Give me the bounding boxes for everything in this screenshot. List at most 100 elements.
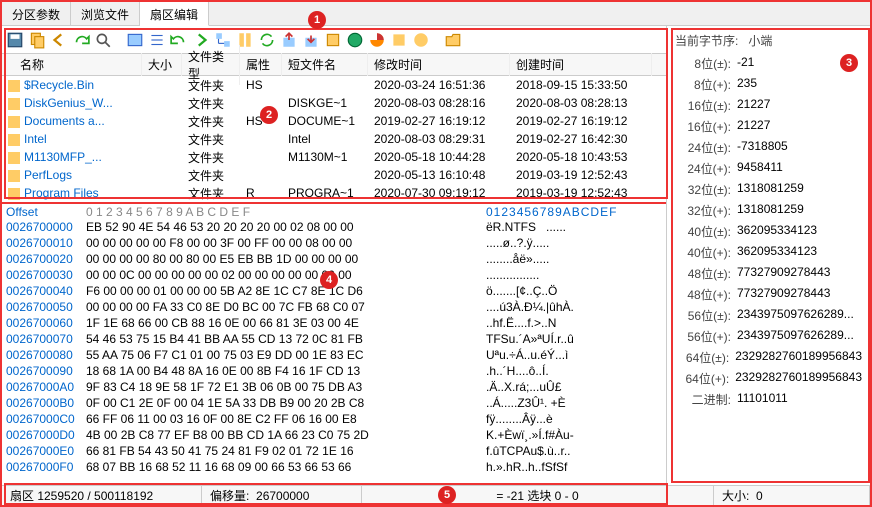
interp-value: 77327909278443 xyxy=(731,265,862,282)
hex-row[interactable]: 00267000601F 1E 68 66 00 CB 88 16 0E 00 … xyxy=(2,316,666,332)
hdr-ctime[interactable]: 创建时间 xyxy=(510,53,652,76)
hex-ascii: .Ä..X.rá;...uÛ£ xyxy=(486,380,561,396)
hex-bytes: EB 52 90 4E 54 46 53 20 20 20 20 00 02 0… xyxy=(86,220,486,236)
hex-offset: 0026700050 xyxy=(2,300,86,316)
interp-label: 24位(±): xyxy=(675,139,731,156)
hex-offset: 0026700080 xyxy=(2,348,86,364)
interpreter-row: 24位(±):-7318805 xyxy=(675,139,862,156)
list-icon[interactable] xyxy=(148,31,166,49)
hex-row[interactable]: 00267000D04B 00 2B C8 77 EF B8 00 BB CD … xyxy=(2,428,666,444)
hex-row[interactable]: 0026700000EB 52 90 4E 54 46 53 20 20 20 … xyxy=(2,220,666,236)
interpreter-row: 64位(+):2329282760189956843 xyxy=(675,370,862,387)
interp-value: 9458411 xyxy=(731,160,862,177)
tab-browse-files[interactable]: 浏览文件 xyxy=(71,2,140,25)
hex-body[interactable]: 0026700000EB 52 90 4E 54 46 53 20 20 20 … xyxy=(2,220,666,476)
status-size-label: 大小: xyxy=(722,487,749,504)
hdr-size[interactable]: 大小 xyxy=(142,53,182,76)
file-row[interactable]: PerfLogs文件夹2020-05-13 16:10:482019-03-19… xyxy=(2,166,666,184)
file-ctime: 2019-02-27 16:42:30 xyxy=(510,132,652,146)
byte-order-value: 小端 xyxy=(748,32,772,49)
hex-row[interactable]: 00267000F068 07 BB 16 68 52 11 16 68 09 … xyxy=(2,460,666,476)
file-row[interactable]: $Recycle.Bin文件夹HS2020-03-24 16:51:362018… xyxy=(2,76,666,94)
interp-label: 24位(+): xyxy=(675,160,731,177)
hex-bytes: 1F 1E 68 66 00 CB 88 16 0E 00 66 81 3E 0… xyxy=(86,316,486,332)
open-icon[interactable] xyxy=(444,31,462,49)
interp-value: 235 xyxy=(731,76,862,93)
file-row[interactable]: M1130MFP_...文件夹M1130M~12020-05-18 10:44:… xyxy=(2,148,666,166)
hex-bytes: 55 AA 75 06 F7 C1 01 00 75 03 E9 DD 00 1… xyxy=(86,348,486,364)
file-type: 文件夹 xyxy=(182,149,240,166)
tab-bar: 分区参数 浏览文件 扇区编辑 xyxy=(2,2,870,26)
hex-row[interactable]: 002670007054 46 53 75 15 B4 41 BB AA 55 … xyxy=(2,332,666,348)
hex-row[interactable]: 00267000B00F 00 C1 2E 0F 00 04 1E 5A 33 … xyxy=(2,396,666,412)
interp-value: 2329282760189956843 xyxy=(729,349,862,366)
hex-row[interactable]: 00267000C066 FF 06 11 00 03 16 0F 00 8E … xyxy=(2,412,666,428)
back-icon[interactable] xyxy=(50,31,68,49)
hex-bytes: 00 00 00 00 00 F8 00 00 3F 00 FF 00 00 0… xyxy=(86,236,486,252)
file-list[interactable]: $Recycle.Bin文件夹HS2020-03-24 16:51:362018… xyxy=(2,76,666,202)
hdr-mtime[interactable]: 修改时间 xyxy=(368,53,510,76)
interpreter-row: 48位(±):77327909278443 xyxy=(675,265,862,282)
interp-value: 77327909278443 xyxy=(731,286,862,303)
data-interpreter: 当前字节序: 小端 8位(±):-218位(+):23516位(±):21227… xyxy=(667,26,870,485)
hex-ascii: Uªu.÷Á..u.éÝ...ì xyxy=(486,348,568,364)
search-icon[interactable] xyxy=(94,31,112,49)
export-icon[interactable] xyxy=(280,31,298,49)
view-icon[interactable] xyxy=(126,31,144,49)
folder-icon xyxy=(8,170,20,182)
file-name: M1130MFP_... xyxy=(24,150,102,164)
file-row[interactable]: Documents a...文件夹HSDOCUME~12019-02-27 16… xyxy=(2,112,666,130)
hdr-sname[interactable]: 短文件名 xyxy=(282,53,368,76)
file-ctime: 2018-09-15 15:33:50 xyxy=(510,78,652,92)
interpreter-row: 56位(+):2343975097626289... xyxy=(675,328,862,345)
interpreter-row: 32位(±):1318081259 xyxy=(675,181,862,198)
redo-icon[interactable] xyxy=(72,31,90,49)
tools-icon[interactable] xyxy=(390,31,408,49)
file-row[interactable]: DiskGenius_W...文件夹DISKGE~12020-08-03 08:… xyxy=(2,94,666,112)
interpreter-row: 40位(+):362095334123 xyxy=(675,244,862,261)
interp-value: 11101011 xyxy=(731,391,862,408)
hex-row[interactable]: 00267000E066 81 FB 54 43 50 41 75 24 81 … xyxy=(2,444,666,460)
folder-icon xyxy=(8,116,20,128)
interp-label: 48位(±): xyxy=(675,265,731,282)
hex-ascii: TFSu.´A»ªUÍ.r..û xyxy=(486,332,574,348)
hex-row[interactable]: 002670001000 00 00 00 00 F8 00 00 3F 00 … xyxy=(2,236,666,252)
hex-row[interactable]: 00267000A09F 83 C4 18 9E 58 1F 72 E1 3B … xyxy=(2,380,666,396)
refresh-icon[interactable] xyxy=(258,31,276,49)
hex-row[interactable]: 002670009018 68 1A 00 B4 48 8A 16 0E 00 … xyxy=(2,364,666,380)
folder-icon xyxy=(8,134,20,146)
tab-partition-params[interactable]: 分区参数 xyxy=(2,2,71,25)
callout-3: 3 xyxy=(840,54,858,72)
hdr-name[interactable]: 名称 xyxy=(20,58,44,72)
interpreter-row: 8位(+):235 xyxy=(675,76,862,93)
interp-label: 56位(+): xyxy=(675,328,731,345)
copy-icon[interactable] xyxy=(28,31,46,49)
pie-icon[interactable] xyxy=(368,31,386,49)
file-type: 文件夹 xyxy=(182,95,240,112)
marker-icon[interactable] xyxy=(324,31,342,49)
hex-row[interactable]: 002670005000 00 00 00 FA 33 C0 8E D0 BC … xyxy=(2,300,666,316)
tab-sector-edit[interactable]: 扇区编辑 xyxy=(140,2,209,26)
hex-bytes: 54 46 53 75 15 B4 41 BB AA 55 CD 13 72 0… xyxy=(86,332,486,348)
hex-bytes: 4B 00 2B C8 77 EF B8 00 BB CD 1A 66 23 C… xyxy=(86,428,486,444)
interpreter-row: 40位(±):362095334123 xyxy=(675,223,862,240)
hex-row[interactable]: 002670002000 00 00 00 80 00 80 00 E5 EB … xyxy=(2,252,666,268)
interp-value: 2343975097626289... xyxy=(731,328,862,345)
hdr-attr[interactable]: 属性 xyxy=(240,53,282,76)
import-icon[interactable] xyxy=(302,31,320,49)
help-icon[interactable] xyxy=(412,31,430,49)
file-row[interactable]: Program Files文件夹RPROGRA~12020-07-30 09:1… xyxy=(2,184,666,202)
world-icon[interactable] xyxy=(346,31,364,49)
interpreter-row: 二进制:11101011 xyxy=(675,391,862,408)
file-row[interactable]: Intel文件夹Intel2020-08-03 08:29:312019-02-… xyxy=(2,130,666,148)
interp-value: 362095334123 xyxy=(731,244,862,261)
hex-offset: 00267000E0 xyxy=(2,444,86,460)
file-mtime: 2020-07-30 09:19:12 xyxy=(368,186,510,200)
file-ctime: 2019-02-27 16:19:12 xyxy=(510,114,652,128)
hex-ascii: ëR.NTFS ...... xyxy=(486,220,566,236)
interpreter-row: 48位(+):77327909278443 xyxy=(675,286,862,303)
save-icon[interactable] xyxy=(6,31,24,49)
hex-row[interactable]: 002670008055 AA 75 06 F7 C1 01 00 75 03 … xyxy=(2,348,666,364)
callout-2: 2 xyxy=(260,106,278,124)
interp-label: 48位(+): xyxy=(675,286,731,303)
